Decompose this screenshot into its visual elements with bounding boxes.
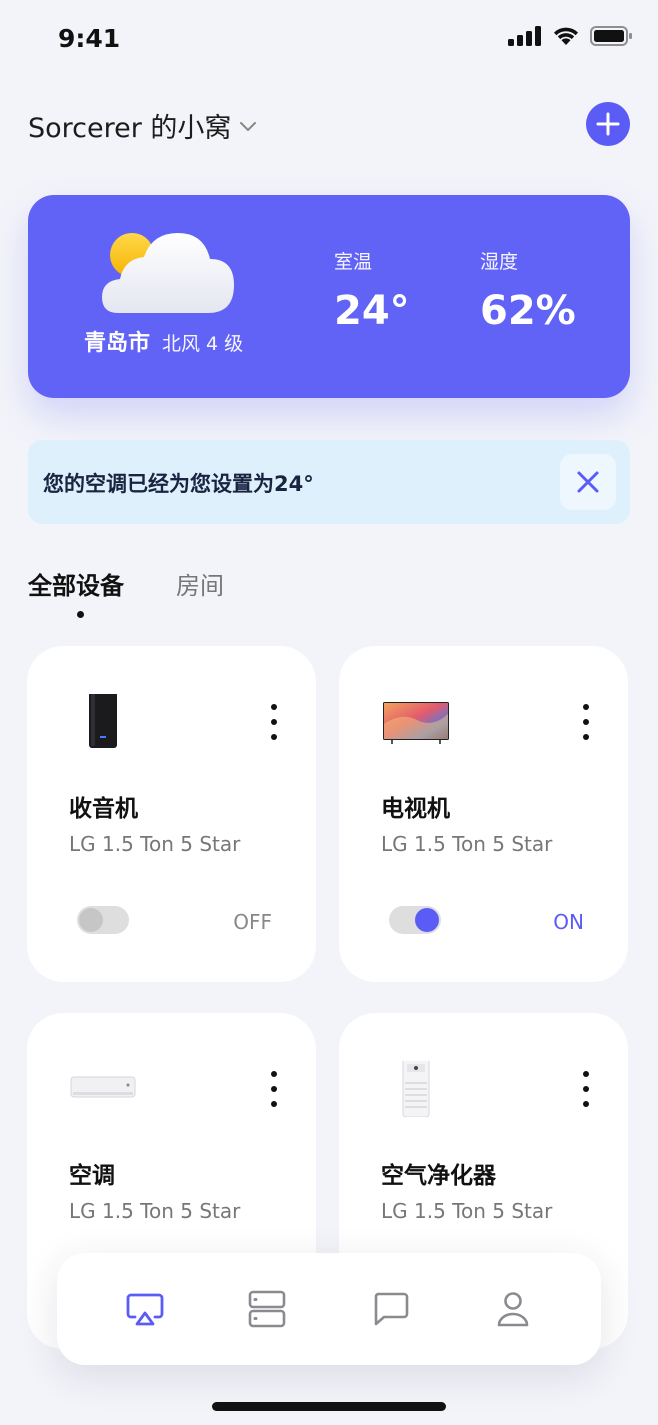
more-dot [583, 1071, 589, 1077]
message-icon [374, 1292, 409, 1326]
humidity-value: 62% [480, 288, 576, 334]
tab-devices[interactable] [123, 1287, 167, 1331]
notice-close-button[interactable] [560, 454, 616, 510]
notice-banner: 您的空调已经为您设置为24° [28, 440, 630, 524]
bottom-tab-bar [57, 1253, 601, 1365]
weather-location: 青岛市 北风 4 级 [84, 325, 243, 357]
add-device-button[interactable] [586, 102, 630, 146]
more-dot [583, 704, 589, 710]
tv-icon [383, 702, 449, 744]
device-card[interactable]: 收音机 LG 1.5 Ton 5 Star OFF [27, 646, 316, 982]
toggle-knob [79, 908, 103, 932]
router-icon [89, 694, 117, 748]
device-name: 空调 [69, 1163, 115, 1189]
status-icons [508, 26, 632, 46]
status-bar: 9:41 [0, 0, 658, 80]
plus-icon [596, 112, 620, 136]
status-time: 9:41 [58, 24, 121, 53]
humidity-label: 湿度 [480, 251, 519, 273]
device-model: LG 1.5 Ton 5 Star [69, 832, 241, 856]
more-options-button[interactable] [268, 1071, 280, 1107]
notice-text: 您的空调已经为您设置为24° [43, 472, 314, 496]
more-dot [583, 734, 589, 740]
more-options-button[interactable] [580, 704, 592, 740]
tab-all-devices[interactable]: 全部设备 [28, 566, 124, 601]
close-icon [577, 471, 599, 493]
humidity-stat: 湿度 62% [480, 247, 576, 334]
more-dot [583, 1101, 589, 1107]
power-state: ON [553, 910, 584, 934]
signal-icon [508, 26, 541, 46]
home-header: Sorcerer 的小窝 [28, 100, 630, 148]
airplay-icon [126, 1293, 164, 1326]
temperature-label: 室温 [334, 251, 373, 273]
more-dot [271, 719, 277, 725]
air-conditioner-icon [70, 1076, 136, 1098]
weather-city: 青岛市 [84, 331, 151, 356]
server-icon [248, 1290, 286, 1328]
device-card[interactable]: 电视机 LG 1.5 Ton 5 Star ON [339, 646, 628, 982]
temperature-value: 24° [334, 288, 410, 334]
more-dot [271, 1071, 277, 1077]
weather-card: 青岛市 北风 4 级 室温 24° 湿度 62% [28, 195, 630, 398]
user-icon [497, 1292, 529, 1327]
more-dot [271, 734, 277, 740]
device-name: 电视机 [381, 796, 450, 822]
more-dot [271, 1101, 277, 1107]
home-indicator [212, 1402, 446, 1411]
chevron-down-icon [240, 121, 257, 131]
tab-profile[interactable] [491, 1287, 535, 1331]
home-selector[interactable]: Sorcerer 的小窝 [28, 106, 257, 145]
more-dot [271, 704, 277, 710]
device-tabs: 全部设备 房间 [28, 566, 328, 626]
air-purifier-icon [402, 1061, 430, 1117]
temperature-stat: 室温 24° [334, 247, 410, 334]
weather-wind: 北风 4 级 [162, 333, 244, 355]
more-options-button[interactable] [580, 1071, 592, 1107]
more-dot [583, 719, 589, 725]
power-toggle[interactable] [389, 906, 441, 934]
active-tab-indicator [77, 611, 84, 618]
partly-cloudy-icon [102, 233, 234, 313]
power-toggle[interactable] [77, 906, 129, 934]
tab-messages[interactable] [369, 1287, 413, 1331]
home-name: Sorcerer 的小窝 [28, 113, 232, 144]
device-model: LG 1.5 Ton 5 Star [381, 1199, 553, 1223]
device-model: LG 1.5 Ton 5 Star [381, 832, 553, 856]
more-dot [271, 1086, 277, 1092]
device-name: 空气净化器 [381, 1163, 496, 1189]
device-model: LG 1.5 Ton 5 Star [69, 1199, 241, 1223]
tab-scenes[interactable] [245, 1287, 289, 1331]
device-name: 收音机 [69, 796, 138, 822]
more-options-button[interactable] [268, 704, 280, 740]
toggle-knob [415, 908, 439, 932]
power-state: OFF [233, 910, 272, 934]
more-dot [583, 1086, 589, 1092]
wifi-icon [554, 27, 578, 45]
tab-rooms[interactable]: 房间 [176, 566, 224, 601]
battery-icon [590, 26, 632, 46]
